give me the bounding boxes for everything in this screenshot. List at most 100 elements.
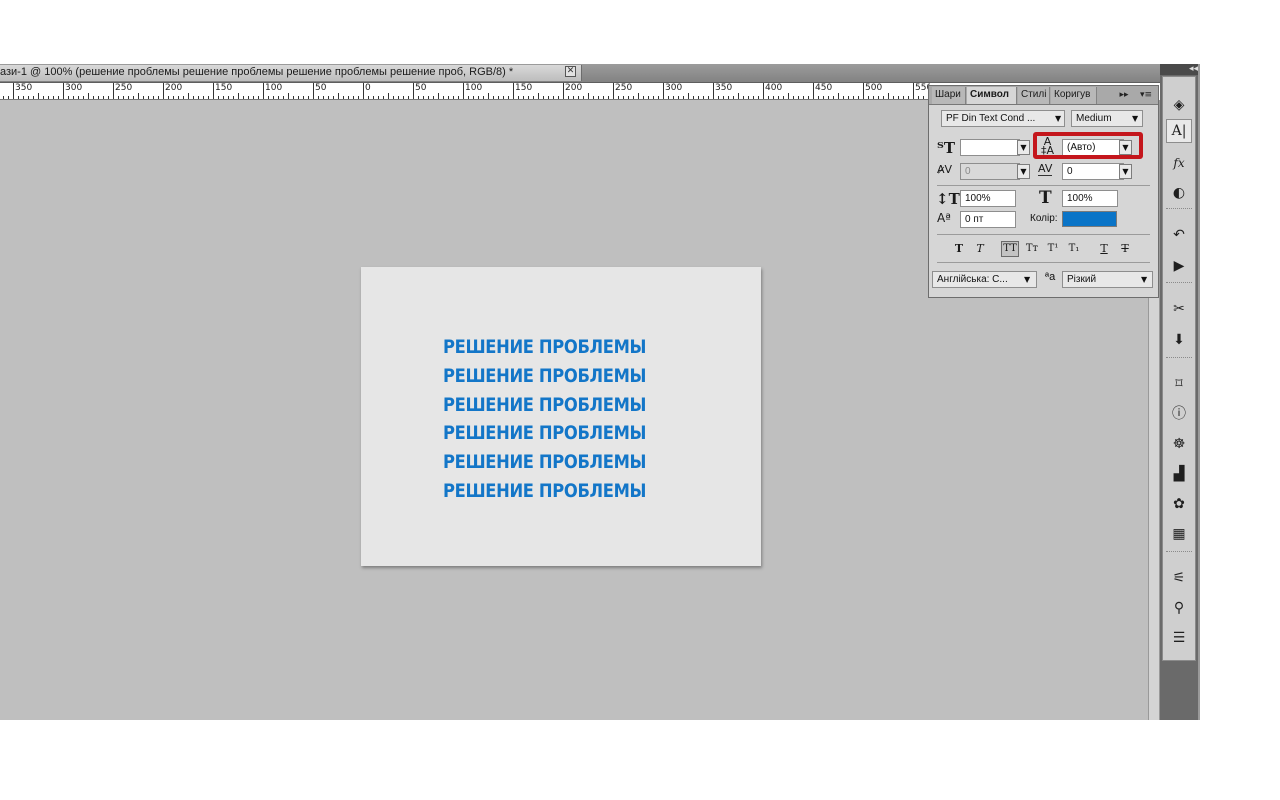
color-label: Колір: — [1030, 213, 1058, 224]
navigator-icon[interactable]: ☸ — [1166, 432, 1192, 456]
strikethrough-button[interactable]: T — [1116, 241, 1134, 257]
close-tab-icon[interactable]: ✕ — [565, 66, 576, 77]
artboard-text-line[interactable]: РЕШЕНИЕ ПРОБЛЕМЫ — [443, 422, 701, 444]
antialias-value: Різкий — [1067, 274, 1097, 285]
document-tab[interactable]: ази-1 @ 100% (решение проблемы решение п… — [0, 65, 582, 81]
document-tab-bar: ази-1 @ 100% (решение проблемы решение п… — [0, 64, 1160, 83]
dock-icon-column: ◈ A| fx ◐ ↶ ▶ ✂ ⬇ ⌑ ⓘ ☸ ▟ ✿ ▦ ⚟ ⚲ ☰ — [1162, 76, 1196, 661]
underline-button[interactable]: T — [1095, 241, 1113, 257]
font-style-value: Medium — [1076, 113, 1112, 124]
chevron-down-icon: ▼ — [1141, 275, 1148, 284]
ruler-label: 100 — [265, 83, 283, 93]
chevron-down-icon[interactable]: ▼ — [1119, 164, 1132, 179]
brushes-icon[interactable]: ⚟ — [1166, 566, 1192, 590]
artboard-text-line[interactable]: РЕШЕНИЕ ПРОБЛЕМЫ — [443, 365, 701, 387]
artboard[interactable]: РЕШЕНИЕ ПРОБЛЕМЫ РЕШЕНИЕ ПРОБЛЕМЫ РЕШЕНИ… — [361, 267, 761, 566]
language-select[interactable]: Англійська: С... — [932, 271, 1037, 288]
ruler-label: 150 — [515, 83, 533, 93]
language-value: Англійська: С... — [937, 274, 1008, 285]
ruler-label: 250 — [615, 83, 633, 93]
antialias-select[interactable]: Різкий — [1062, 271, 1153, 288]
clone-icon[interactable]: ⬇ — [1166, 328, 1192, 352]
leading-highlight-box — [1033, 132, 1143, 159]
ruler-label: 450 — [815, 83, 833, 93]
dock-separator — [1166, 551, 1192, 552]
collapse-dock-icon[interactable]: ◂◂ — [1160, 64, 1198, 75]
panel-expand-icon[interactable]: ▸▸ — [1116, 88, 1132, 102]
panel-divider — [937, 262, 1150, 263]
ruler-label: 350 — [15, 83, 33, 93]
adjustments-icon[interactable]: ◐ — [1166, 181, 1192, 205]
faux-bold-button[interactable]: T — [950, 241, 968, 257]
kerning-icon: A̷V — [937, 163, 953, 176]
dock-separator — [1166, 208, 1192, 209]
artboard-text-line[interactable]: РЕШЕНИЕ ПРОБЛЕМЫ — [443, 451, 701, 473]
tracking-input[interactable]: 0 — [1062, 163, 1124, 180]
font-size-input[interactable] — [960, 139, 1020, 156]
ruler-label: 50 — [415, 83, 427, 93]
styles-icon[interactable]: fx — [1166, 151, 1192, 175]
brush-presets-icon[interactable]: ⚲ — [1166, 596, 1192, 620]
dock-separator — [1166, 357, 1192, 358]
horizontal-scale-value: 100% — [1067, 193, 1093, 204]
tools-icon[interactable]: ✂ — [1166, 297, 1192, 321]
ruler-label: 100 — [465, 83, 483, 93]
panel-divider — [937, 185, 1150, 186]
info-icon[interactable]: ⓘ — [1166, 402, 1192, 426]
actions-icon[interactable]: ▶ — [1166, 254, 1192, 278]
horizontal-ruler[interactable]: 350 300 250 200 150 100 50 0 50 100 150 200 250 300 35… — [0, 83, 930, 100]
chevron-down-icon[interactable]: ▼ — [1017, 164, 1030, 179]
ruler-label: 250 — [115, 83, 133, 93]
tab-adjustments[interactable]: Коригув — [1051, 87, 1097, 104]
paths-icon[interactable]: ⌑ — [1166, 372, 1192, 396]
ruler-label: 200 — [165, 83, 183, 93]
character-panel: Шари Символ Стилі Коригув ▸▸ ▾≡ PF Din T… — [928, 85, 1159, 298]
text-color-swatch[interactable] — [1062, 211, 1117, 227]
chevron-down-icon[interactable]: ▼ — [1017, 140, 1030, 155]
dock-edge — [1198, 64, 1200, 720]
antialias-icon: ªa — [1045, 271, 1056, 283]
ruler-label: 150 — [215, 83, 233, 93]
vertical-scale-input[interactable]: 100% — [960, 190, 1016, 207]
horizontal-scale-icon: T — [1039, 188, 1052, 208]
kerning-value: 0 — [965, 166, 971, 177]
ruler-label: 0 — [365, 83, 371, 93]
artboard-text-line[interactable]: РЕШЕНИЕ ПРОБЛЕМЫ — [443, 480, 701, 502]
ruler-label: 300 — [665, 83, 683, 93]
layers-icon[interactable]: ◈ — [1166, 93, 1192, 117]
tab-character[interactable]: Символ — [967, 87, 1017, 104]
chevron-down-icon: ▼ — [1055, 114, 1062, 123]
tab-layers[interactable]: Шари — [932, 87, 966, 104]
panel-menu-icon[interactable]: ▾≡ — [1137, 88, 1155, 102]
superscript-button[interactable]: T¹ — [1044, 241, 1062, 257]
kerning-input[interactable]: 0 — [960, 163, 1020, 180]
history-icon[interactable]: ↶ — [1166, 223, 1192, 247]
chevron-down-icon: ▼ — [1024, 275, 1031, 284]
ruler-label: 300 — [65, 83, 83, 93]
vertical-scale-icon: ↕T — [936, 190, 960, 208]
ruler-label: 350 — [715, 83, 733, 93]
font-family-select[interactable]: PF Din Text Cond ... — [941, 110, 1065, 127]
swatches-icon[interactable]: ✿ — [1166, 492, 1192, 516]
baseline-shift-input[interactable]: 0 пт — [960, 211, 1016, 228]
panel-tab-bar: Шари Символ Стилі Коригув ▸▸ ▾≡ — [929, 86, 1158, 105]
ruler-label: 200 — [565, 83, 583, 93]
dock-separator — [1166, 282, 1192, 283]
chevron-down-icon: ▼ — [1132, 114, 1139, 123]
font-family-value: PF Din Text Cond ... — [946, 113, 1036, 124]
subscript-button[interactable]: T₁ — [1065, 241, 1083, 257]
artboard-text-line[interactable]: РЕШЕНИЕ ПРОБЛЕМЫ — [443, 336, 701, 358]
faux-italic-button[interactable]: T — [971, 241, 989, 257]
small-caps-button[interactable]: Tт — [1023, 241, 1041, 257]
histogram-icon[interactable]: ▟ — [1166, 462, 1192, 486]
character-icon[interactable]: A| — [1166, 119, 1192, 143]
tab-styles[interactable]: Стилі — [1018, 87, 1050, 104]
tool-presets-icon[interactable]: ☰ — [1166, 626, 1192, 650]
channels-icon[interactable]: ▦ — [1166, 522, 1192, 546]
vertical-scale-value: 100% — [965, 193, 991, 204]
artboard-text-line[interactable]: РЕШЕНИЕ ПРОБЛЕМЫ — [443, 394, 701, 416]
horizontal-scale-input[interactable]: 100% — [1062, 190, 1118, 207]
all-caps-button[interactable]: TT — [1001, 241, 1019, 257]
baseline-shift-value: 0 пт — [965, 214, 984, 225]
tracking-icon: AV — [1038, 162, 1053, 176]
